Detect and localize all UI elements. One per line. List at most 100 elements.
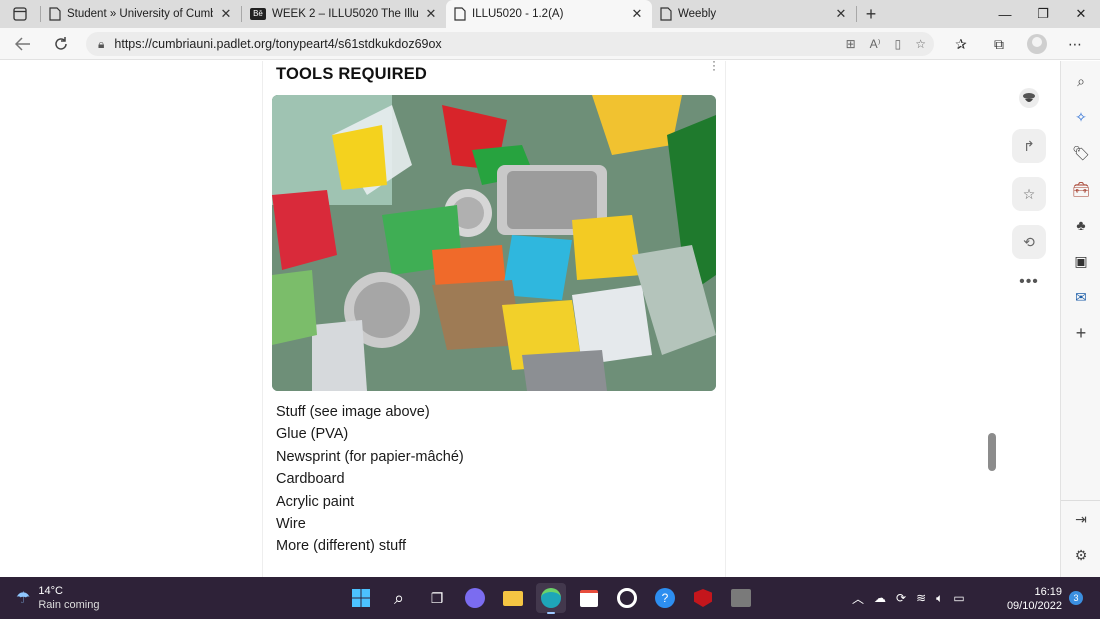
share-icon: ↱ xyxy=(1023,137,1035,154)
favorite-button[interactable]: ☆ xyxy=(1012,177,1046,211)
list-item: Cardboard xyxy=(276,471,345,488)
file-explorer-button[interactable] xyxy=(498,583,528,613)
more-icon: ⋯ xyxy=(1068,35,1082,52)
transfer-button[interactable]: ⟲ xyxy=(1012,225,1046,259)
apps-icon[interactable]: ⊞ xyxy=(846,37,856,51)
battery-icon[interactable]: ▭ xyxy=(953,591,964,605)
read-aloud-icon[interactable]: A⁾ xyxy=(870,37,881,51)
volume-icon[interactable]: 🔈︎ xyxy=(936,591,943,606)
sync-icon[interactable]: ⟳ xyxy=(896,591,906,605)
teams-chat-button[interactable] xyxy=(460,583,490,613)
umbrella-icon: ☂ xyxy=(16,590,31,607)
sidebar-hide-button[interactable]: ⇥ xyxy=(1061,501,1100,537)
url-bar[interactable]: 🔒︎ https://cumbriauni.padlet.org/tonypea… xyxy=(86,32,934,56)
outlook-icon: ✉ xyxy=(1075,288,1087,305)
help-button[interactable]: ? xyxy=(650,583,680,613)
tab-week2[interactable]: Bē WEEK 2 – ILLU5020 The Illustrato ✕ xyxy=(242,0,446,28)
page-content: · · · TOOLS REQUIRED Stuff (see image ab… xyxy=(0,61,1060,577)
taskbar: ☂ 14°C Rain coming ⌕ ❐ ? ︿ ☁ ⟳ ≋ 🔈︎ ▭ 16… xyxy=(0,577,1100,619)
tab-actions-button[interactable] xyxy=(0,0,40,28)
browser-toolbar: ✰ ⧉ ⋯ xyxy=(942,28,1094,60)
mcafee-button[interactable] xyxy=(688,583,718,613)
close-window-button[interactable]: ✕ xyxy=(1062,0,1100,28)
page-icon xyxy=(49,7,61,21)
tab-title: Weebly xyxy=(678,8,717,20)
window-controls: — ❐ ✕ xyxy=(986,0,1100,28)
page-icon xyxy=(660,7,672,21)
tab-title: WEEK 2 – ILLU5020 The Illustrato xyxy=(272,8,418,20)
close-icon[interactable]: ✕ xyxy=(834,6,848,22)
collections-button[interactable]: ⧉ xyxy=(980,28,1018,60)
sidebar-search-button[interactable]: ⌕ xyxy=(1061,63,1100,99)
favorites-button[interactable]: ✰ xyxy=(942,28,980,60)
tab-student[interactable]: Student » University of Cumbria ✕ xyxy=(41,0,241,28)
post-image[interactable] xyxy=(272,95,716,391)
task-view-icon: ❐ xyxy=(430,589,444,606)
plus-icon: + xyxy=(1075,322,1087,343)
minimize-button[interactable]: — xyxy=(986,0,1024,28)
page-icon xyxy=(454,7,466,21)
back-button[interactable] xyxy=(4,28,42,60)
sidebar-outlook-button[interactable]: ✉ xyxy=(1061,279,1100,315)
sidebar-tools-button[interactable]: 🧰︎ xyxy=(1061,171,1100,207)
lock-icon[interactable]: 🔒︎ xyxy=(98,37,104,52)
onedrive-icon[interactable]: ☁ xyxy=(874,591,886,605)
other-app-button[interactable] xyxy=(726,583,756,613)
taskbar-apps: ⌕ ❐ ? xyxy=(346,582,756,614)
close-icon[interactable]: ✕ xyxy=(219,6,233,22)
task-view-button[interactable]: ❐ xyxy=(422,583,452,613)
clock-date: 09/10/2022 xyxy=(1006,600,1062,612)
close-icon[interactable]: ✕ xyxy=(424,6,438,22)
start-button[interactable] xyxy=(346,583,376,613)
store-button[interactable] xyxy=(574,583,604,613)
author-avatar[interactable] xyxy=(1012,81,1046,115)
sidebar-games-button[interactable]: ♣ xyxy=(1061,207,1100,243)
edge-button[interactable] xyxy=(536,583,566,614)
chevron-up-icon[interactable]: ︿ xyxy=(852,590,864,607)
close-icon[interactable]: ✕ xyxy=(630,6,644,22)
refresh-button[interactable] xyxy=(42,28,80,60)
clock-time: 16:19 xyxy=(1034,586,1062,598)
add-favorite-icon[interactable]: ☆ xyxy=(915,37,926,51)
sidebar-discover-button[interactable]: ✧ xyxy=(1061,99,1100,135)
app-icon xyxy=(617,588,637,608)
sidebar-shopping-button[interactable]: 🏷︎ xyxy=(1061,135,1100,171)
post-heading: TOOLS REQUIRED xyxy=(276,65,428,83)
tab-bar: Student » University of Cumbria ✕ Bē WEE… xyxy=(0,0,1100,28)
tab-title: Student » University of Cumbria xyxy=(67,8,213,20)
list-item: Glue (PVA) xyxy=(276,426,349,443)
profile-button[interactable] xyxy=(1018,28,1056,60)
tab-weebly[interactable]: Weebly ✕ xyxy=(652,0,856,28)
tag-icon: 🏷︎ xyxy=(1072,144,1090,161)
list-item: Newsprint (for papier-mâché) xyxy=(276,448,464,465)
more-options-icon[interactable]: ••• xyxy=(1012,273,1046,291)
immersive-reader-icon[interactable]: ▯ xyxy=(895,37,902,51)
post-side-actions: ↱ ☆ ⟲ ••• xyxy=(1012,81,1046,291)
notification-badge[interactable]: 3 xyxy=(1069,591,1083,605)
app-button[interactable] xyxy=(612,583,642,613)
star-icon: ☆ xyxy=(1022,185,1036,202)
clock[interactable]: 16:19 09/10/2022 xyxy=(1000,585,1062,613)
post-menu-icon[interactable]: · · · xyxy=(712,61,716,75)
list-item: Acrylic paint xyxy=(276,493,355,510)
system-tray: ︿ ☁ ⟳ ≋ 🔈︎ ▭ xyxy=(852,577,965,619)
sidebar-office-button[interactable]: ▣ xyxy=(1061,243,1100,279)
wifi-icon[interactable]: ≋ xyxy=(916,591,926,605)
weather-temp: 14°C xyxy=(38,585,63,597)
settings-more-button[interactable]: ⋯ xyxy=(1056,28,1094,60)
sidebar-bottom: ⇥ ⚙ xyxy=(1061,500,1100,573)
tab-illu5020[interactable]: ILLU5020 - 1.2(A) ✕ xyxy=(446,0,652,28)
tab-actions-icon xyxy=(13,7,27,21)
avatar xyxy=(1027,34,1047,54)
scrollbar-thumb[interactable] xyxy=(988,433,996,471)
sidebar-add-button[interactable]: + xyxy=(1061,315,1100,351)
help-icon: ? xyxy=(655,588,675,608)
sidebar-settings-button[interactable]: ⚙ xyxy=(1061,537,1100,573)
taskbar-search-button[interactable]: ⌕ xyxy=(384,583,414,613)
folder-icon xyxy=(503,590,523,606)
restore-button[interactable]: ❐ xyxy=(1024,0,1062,28)
new-tab-button[interactable]: + xyxy=(857,4,885,25)
weather-widget[interactable]: ☂ 14°C Rain coming xyxy=(16,585,99,611)
padlet-post: · · · TOOLS REQUIRED Stuff (see image ab… xyxy=(262,61,726,577)
share-button[interactable]: ↱ xyxy=(1012,129,1046,163)
